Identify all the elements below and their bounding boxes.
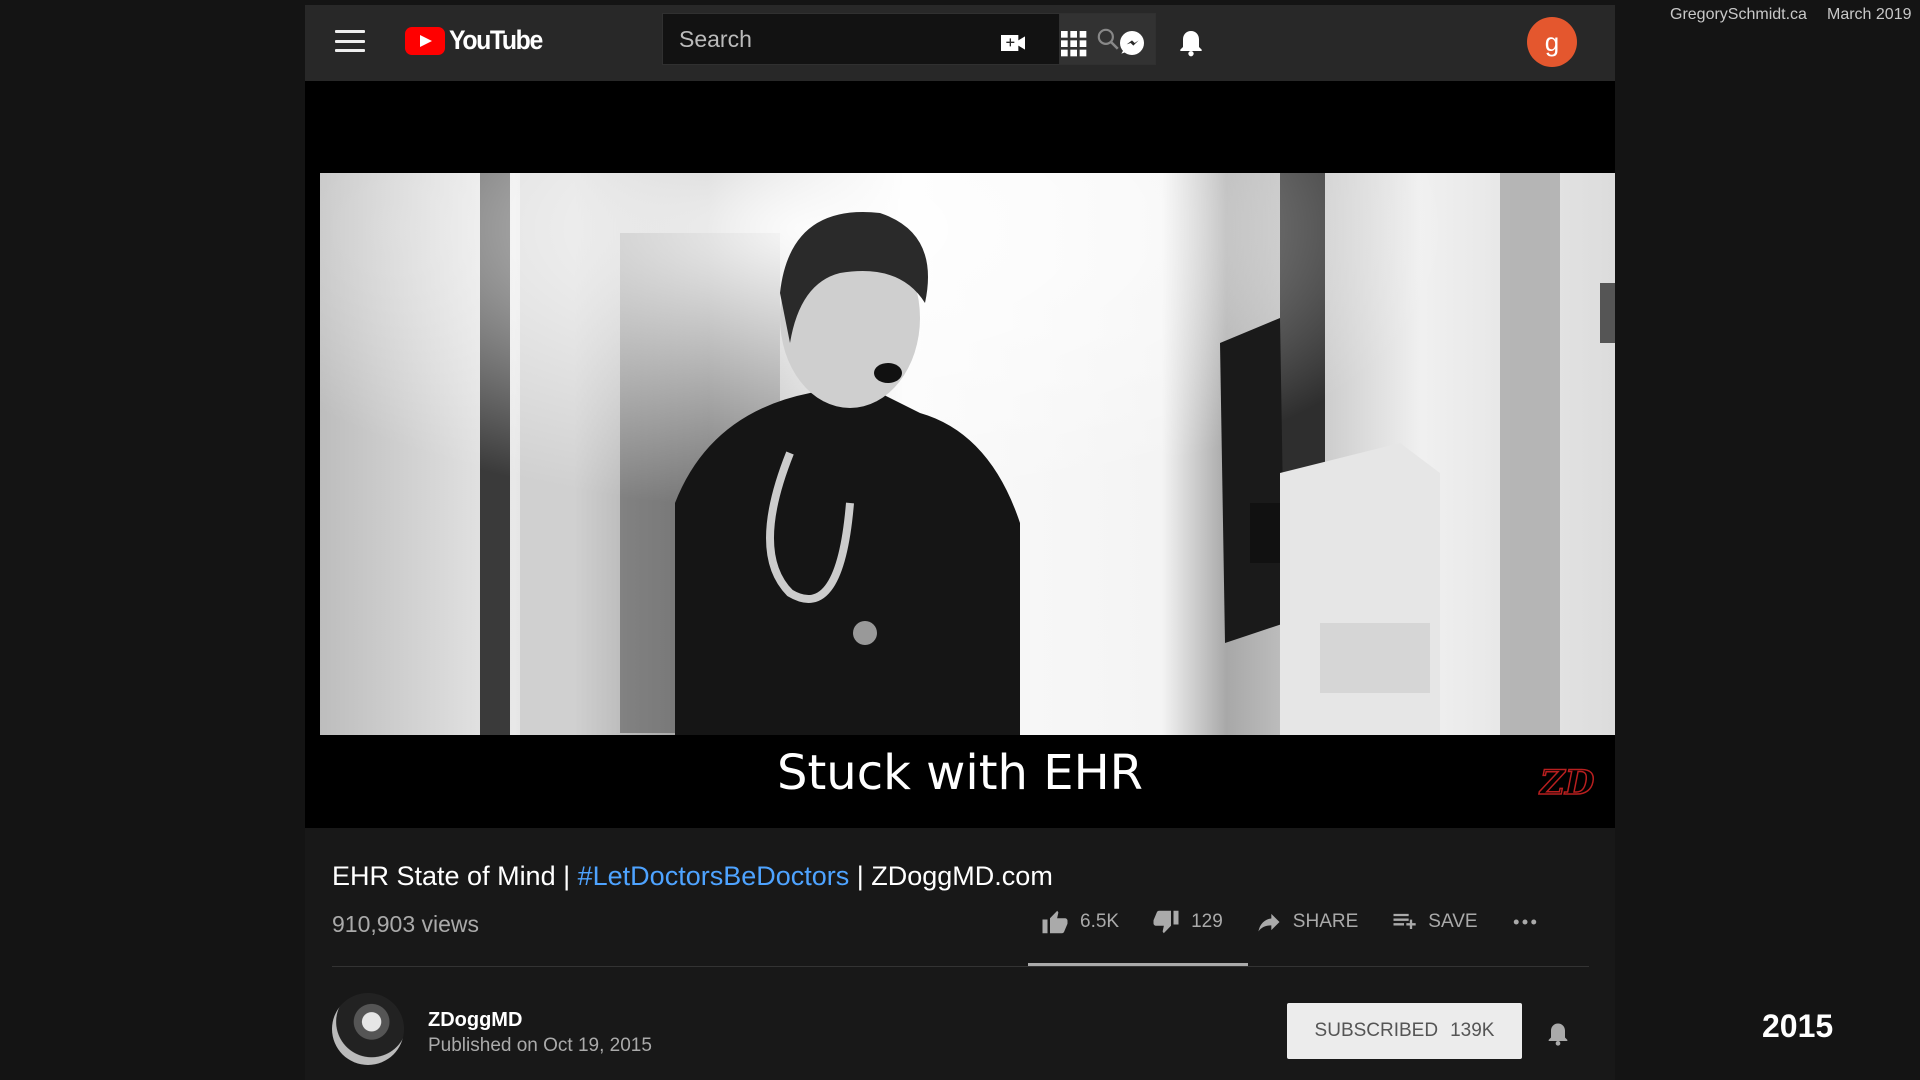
like-count: 6.5K [1080, 911, 1120, 932]
menu-icon[interactable] [335, 30, 365, 52]
more-horizontal-icon [1513, 919, 1536, 925]
channel-name[interactable]: ZDoggMD [428, 1009, 522, 1032]
notifications-icon[interactable] [1175, 27, 1207, 59]
youtube-window: YouTube g [305, 5, 1615, 1080]
share-button[interactable]: SHARE [1255, 908, 1358, 936]
video-still [320, 173, 1615, 735]
video-caption: Stuck with EHR [776, 745, 1144, 801]
video-title: EHR State of Mind | #LetDoctorsBeDoctors… [332, 861, 1053, 892]
subscriber-count: 139K [1450, 1020, 1495, 1041]
like-button[interactable]: 6.5K [1040, 907, 1119, 937]
video-player[interactable]: Stuck with EHR ZD [305, 81, 1615, 828]
messages-icon[interactable] [1116, 27, 1148, 59]
search-input[interactable] [679, 25, 1043, 53]
title-prefix: EHR State of Mind | [332, 861, 578, 891]
save-button[interactable]: SAVE [1390, 908, 1478, 936]
save-label: SAVE [1428, 911, 1478, 932]
channel-avatar[interactable] [332, 993, 404, 1065]
apps-icon[interactable] [1057, 27, 1089, 59]
thumbs-down-icon [1153, 910, 1179, 934]
logo-text: YouTube [449, 25, 543, 55]
channel-watermark: ZD [1539, 762, 1595, 804]
share-icon [1258, 913, 1280, 932]
more-actions-button[interactable] [1510, 907, 1540, 937]
create-video-icon[interactable] [997, 27, 1029, 59]
title-hashtag-link[interactable]: #LetDoctorsBeDoctors [578, 861, 850, 891]
watermark-site: GregorySchmidt.ca [1670, 6, 1807, 23]
youtube-logo[interactable]: YouTube [405, 25, 550, 56]
publish-date: Published on Oct 19, 2015 [428, 1035, 652, 1056]
watermark-date: March 2019 [1827, 6, 1912, 23]
notification-bell-icon[interactable] [1544, 1020, 1572, 1048]
video-actions: 6.5K 129 SHARE SAVE [1040, 902, 1572, 942]
playlist-add-icon [1393, 913, 1416, 929]
account-avatar[interactable]: g [1527, 17, 1577, 67]
thumbs-up-icon [1042, 910, 1068, 934]
video-frame [320, 173, 1615, 735]
youtube-play-icon [405, 26, 445, 55]
year-label: 2015 [1762, 1008, 1834, 1044]
title-suffix: | ZDoggMD.com [849, 861, 1053, 891]
subscribe-button[interactable]: SUBSCRIBED 139K [1287, 1003, 1522, 1059]
divider [332, 966, 1589, 967]
view-count: 910,903 views [332, 911, 480, 937]
subscribe-label: SUBSCRIBED [1314, 1020, 1439, 1041]
top-bar: YouTube g [305, 5, 1615, 81]
dislike-button[interactable]: 129 [1151, 907, 1223, 937]
dislike-count: 129 [1191, 911, 1223, 932]
share-label: SHARE [1292, 911, 1359, 932]
